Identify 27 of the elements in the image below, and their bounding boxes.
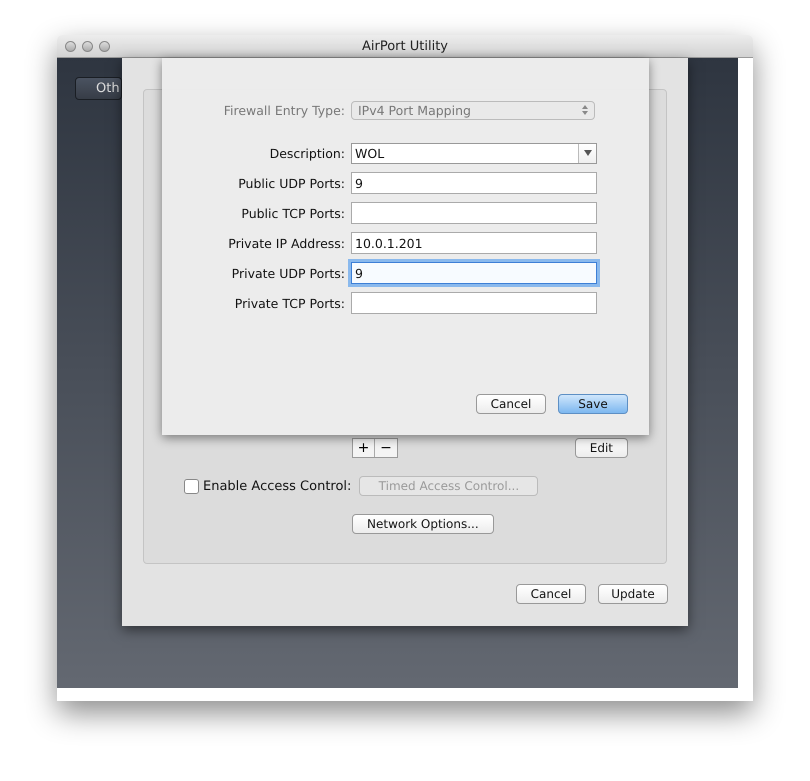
description-combo-box[interactable]: WOL — [351, 142, 597, 164]
field-label: Public UDP Ports: — [237, 176, 345, 190]
window-title: AirPort Utility — [362, 38, 448, 54]
checkbox-label: Enable Access Control: — [203, 478, 352, 494]
cancel-button[interactable]: Cancel — [516, 584, 586, 604]
field-label: Private TCP Ports: — [234, 296, 345, 310]
checkbox[interactable] — [184, 478, 199, 494]
network-options-button[interactable]: Network Options... — [352, 514, 494, 534]
field-label: Private IP Address: — [227, 236, 345, 250]
field-label: Description: — [268, 146, 345, 160]
zoom-button[interactable] — [99, 40, 110, 52]
close-button[interactable] — [65, 40, 76, 52]
confirm-button[interactable]: Update — [598, 584, 668, 604]
text-field[interactable] — [351, 292, 597, 314]
text-field[interactable]: 9 — [351, 172, 597, 194]
cancel-button[interactable]: Cancel — [476, 394, 546, 414]
field-label: Firewall Entry Type: — [222, 102, 345, 118]
field-label: Private UDP Ports: — [230, 266, 345, 280]
text-field[interactable]: 9 — [351, 262, 597, 284]
stepper-arrows-icon — [582, 105, 588, 115]
text-field[interactable]: 10.0.1.201 — [351, 232, 597, 254]
field-label: Public TCP Ports: — [240, 206, 345, 220]
edit-button[interactable]: Edit — [574, 438, 628, 458]
confirm-button[interactable]: Save — [558, 394, 628, 414]
sidebar-button[interactable]: Oth — [75, 77, 122, 100]
text-field[interactable] — [351, 202, 597, 224]
minimize-button[interactable] — [82, 40, 93, 52]
